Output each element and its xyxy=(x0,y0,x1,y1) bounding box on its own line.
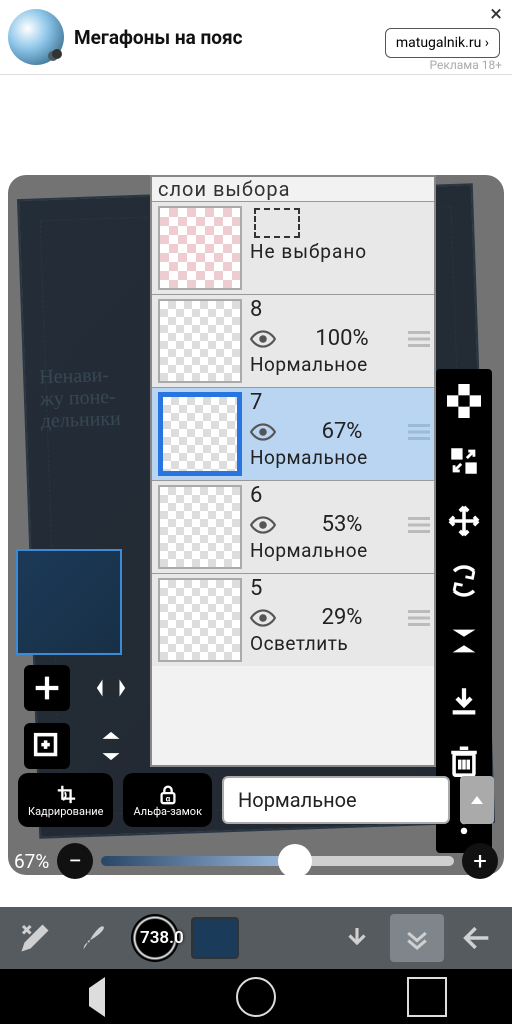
opacity-slider-row: 67% − + xyxy=(14,837,498,885)
layer-row-selected[interactable]: 7 67% Нормальное xyxy=(152,387,434,480)
download-icon[interactable] xyxy=(330,914,384,962)
layer-thumb xyxy=(158,299,242,383)
layer-row[interactable]: 8 100% Нормальное xyxy=(152,294,434,387)
opacity-slider[interactable] xyxy=(101,856,454,866)
layer-opacity: 53% xyxy=(284,512,400,537)
ad-link-button[interactable]: matugalnik.ru › xyxy=(385,28,500,58)
layer-blend-mode: Нормальное xyxy=(250,446,430,469)
visibility-icon[interactable] xyxy=(250,330,276,348)
system-navbar xyxy=(0,969,512,1024)
visibility-icon[interactable] xyxy=(250,423,276,441)
brush-tool-icon[interactable] xyxy=(68,914,122,962)
nav-back[interactable] xyxy=(65,977,105,1017)
layer-row[interactable]: 5 29% Осветлить xyxy=(152,573,434,666)
ad-meta: Реклама 18+ xyxy=(429,58,502,72)
ad-product-icon xyxy=(8,9,64,65)
blend-mode-expand[interactable] xyxy=(460,776,494,824)
visibility-icon[interactable] xyxy=(250,516,276,534)
layers-toggle-icon[interactable] xyxy=(390,914,444,962)
layer-actions-bar: Кадрирование α Альфа-замок Нормальное xyxy=(18,773,494,827)
canvas-viewport[interactable]: Ненави- жу поне- дельники слои выбора xyxy=(0,75,512,907)
layer-blend-mode: Осветлить xyxy=(250,632,430,655)
no-selection-label: Не выбрано xyxy=(250,240,430,263)
layer-number: 5 xyxy=(250,576,430,601)
layer-opacity: 100% xyxy=(284,326,400,351)
duplicate-layer-button[interactable] xyxy=(24,723,70,769)
checkerboard-icon[interactable] xyxy=(442,379,486,423)
layer-opacity: 67% xyxy=(284,419,400,444)
brush-size-value: 738.0 xyxy=(140,928,184,948)
move-icon[interactable] xyxy=(442,499,486,543)
blend-mode-select[interactable]: Нормальное xyxy=(222,776,450,824)
selection-layer-row[interactable]: Не выбрано xyxy=(152,201,434,294)
import-icon[interactable] xyxy=(442,679,486,723)
drag-handle-icon[interactable] xyxy=(408,517,430,533)
drag-handle-icon[interactable] xyxy=(408,610,430,626)
layer-blend-mode: Нормальное xyxy=(250,539,430,562)
layers-header: слои выбора xyxy=(152,177,434,201)
opacity-increase[interactable]: + xyxy=(462,843,498,879)
close-icon[interactable]: × xyxy=(490,2,502,27)
layer-blend-mode: Нормальное xyxy=(250,353,430,376)
svg-text:α: α xyxy=(165,794,170,804)
ad-banner[interactable]: Мегафоны на пояс matugalnik.ru › × Рекла… xyxy=(0,0,512,75)
color-swatch[interactable] xyxy=(188,914,242,962)
navigator-thumbnail[interactable] xyxy=(16,549,122,655)
flip-horizontal-icon[interactable] xyxy=(88,665,134,711)
reset-view-icon[interactable] xyxy=(442,439,486,483)
rotate-icon[interactable] xyxy=(442,559,486,603)
back-arrow-icon[interactable] xyxy=(450,914,504,962)
nav-recent[interactable] xyxy=(407,977,447,1017)
layer-row[interactable]: 6 53% Нормальное xyxy=(152,480,434,573)
mirror-vertical-icon[interactable] xyxy=(442,619,486,663)
layer-thumb xyxy=(158,206,242,290)
drag-handle-icon[interactable] xyxy=(408,424,430,440)
opacity-decrease[interactable]: − xyxy=(57,843,93,879)
ad-title: Мегафоны на пояс xyxy=(74,26,243,49)
opacity-value: 67% xyxy=(14,850,49,873)
selection-marquee-icon xyxy=(254,208,300,238)
visibility-icon[interactable] xyxy=(250,609,276,627)
bottom-toolbar: 738.0 xyxy=(0,907,512,969)
layer-opacity: 29% xyxy=(284,605,400,630)
crop-button[interactable]: Кадрирование xyxy=(18,773,113,827)
layer-thumb xyxy=(158,578,242,662)
add-layer-button[interactable] xyxy=(24,665,70,711)
layer-thumb xyxy=(158,392,242,476)
slider-thumb[interactable] xyxy=(278,844,312,878)
layer-thumb xyxy=(158,485,242,569)
brush-switch-icon[interactable] xyxy=(8,914,62,962)
alpha-lock-button[interactable]: α Альфа-замок xyxy=(123,773,212,827)
drag-handle-icon[interactable] xyxy=(408,331,430,347)
nav-home[interactable] xyxy=(236,977,276,1017)
layer-number: 8 xyxy=(250,297,430,322)
layer-number: 7 xyxy=(250,390,430,415)
layer-number: 6 xyxy=(250,483,430,508)
layers-panel: слои выбора Не выбрано 8 100% Нормальное xyxy=(150,175,436,767)
flip-vertical-icon[interactable] xyxy=(88,723,134,769)
